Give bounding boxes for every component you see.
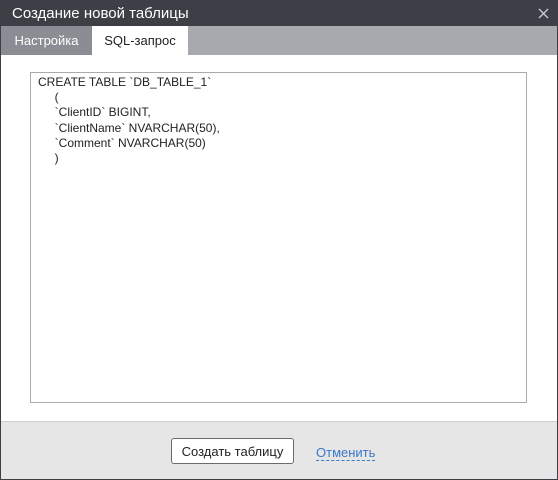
create-table-button[interactable]: Создать таблицу — [171, 438, 294, 464]
sql-line: `ClientID` BIGINT, — [38, 105, 151, 120]
sql-line: ) — [38, 151, 59, 166]
sql-line: ( — [38, 90, 59, 105]
tab-bar: Настройка SQL-запрос — [1, 26, 557, 55]
tab-content: CREATE TABLE `DB_TABLE_1` ( `ClientID` B… — [1, 55, 557, 421]
dialog-footer: Создать таблицу Отменить — [1, 421, 557, 479]
sql-query-textarea[interactable]: CREATE TABLE `DB_TABLE_1` ( `ClientID` B… — [30, 72, 527, 403]
sql-line: `Comment` NVARCHAR(50) — [38, 135, 206, 150]
cancel-link[interactable]: Отменить — [316, 445, 376, 461]
create-table-dialog: Создание новой таблицы Настройка SQL-зап… — [0, 0, 558, 480]
sql-line: CREATE TABLE `DB_TABLE_1` — [38, 75, 212, 89]
close-button[interactable] — [533, 3, 553, 23]
sql-line: `ClientName` NVARCHAR(50), — [38, 120, 220, 135]
dialog-titlebar: Создание новой таблицы — [1, 1, 557, 26]
tab-sql-query[interactable]: SQL-запрос — [92, 26, 188, 55]
tab-settings[interactable]: Настройка — [1, 26, 92, 55]
close-icon — [538, 8, 548, 18]
dialog-title: Создание новой таблицы — [12, 5, 189, 22]
